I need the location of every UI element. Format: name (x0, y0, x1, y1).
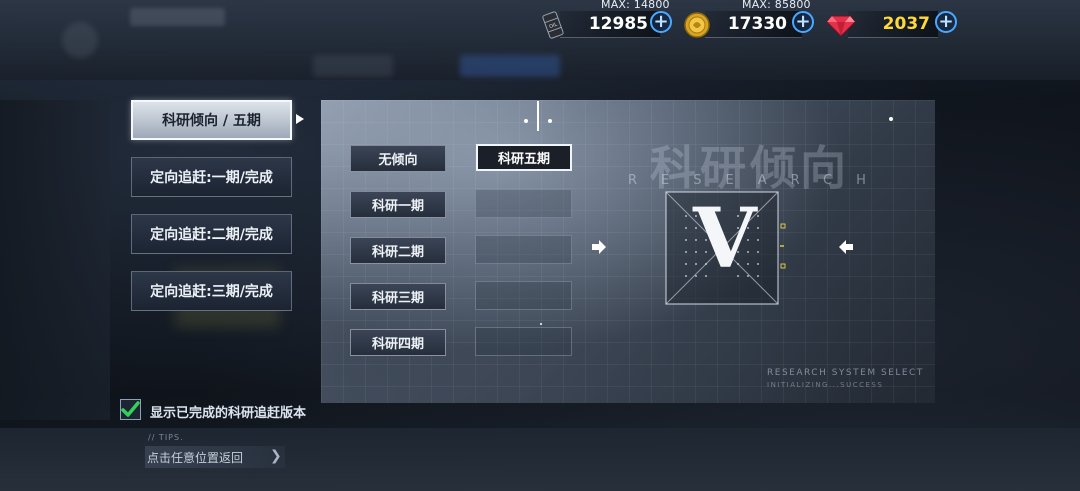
option-phase-1[interactable]: 科研一期 (350, 191, 446, 218)
add-gem-button[interactable]: + (935, 11, 957, 33)
phase-roman-numeral: V (693, 191, 757, 287)
oil-max-label: MAX: 14800 (601, 0, 670, 11)
option-label: 科研四期 (371, 337, 424, 352)
chevron-right-icon: ❯ (270, 448, 282, 464)
decor-line (537, 101, 539, 131)
gold-value: 17330 (727, 14, 787, 34)
decor-dot (548, 119, 552, 123)
add-gold-button[interactable]: + (792, 11, 814, 33)
option-phase-4[interactable]: 科研四期 (350, 329, 446, 356)
decor-dot (540, 323, 542, 325)
show-completed-checkbox[interactable] (120, 399, 141, 420)
decor-dot (889, 117, 893, 121)
arrow-right-icon (591, 239, 607, 259)
tab-label: 定向追赶:二期/完成 (150, 227, 273, 243)
tips-caption: // TIPS. (148, 433, 184, 442)
tab-catchup-phase-3[interactable]: 定向追赶:三期/完成 (131, 271, 292, 311)
tab-catchup-phase-2[interactable]: 定向追赶:二期/完成 (131, 214, 292, 254)
option-label: 科研一期 (371, 199, 424, 214)
tips-text: 点击任意位置返回 (147, 451, 244, 465)
option-label: 科研三期 (371, 291, 424, 306)
option-label: 科研五期 (497, 152, 550, 167)
tab-label: 定向追赶:一期/完成 (150, 170, 273, 186)
option-phase-5-selected[interactable]: 科研五期 (476, 144, 572, 171)
background-tab-blurred (460, 55, 560, 77)
add-oil-button[interactable]: + (650, 11, 672, 33)
decor-dot (524, 119, 528, 123)
oil-barrel-icon: OIL (540, 11, 566, 39)
tab-label: 定向追赶:三期/完成 (150, 284, 273, 300)
panel-subtitle: RESEARCH (628, 173, 890, 188)
tab-catchup-phase-1[interactable]: 定向追赶:一期/完成 (131, 157, 292, 197)
arrow-left-icon (838, 239, 854, 259)
back-button-blurred (62, 22, 98, 58)
background-tab-blurred (313, 55, 393, 77)
tab-label: 科研倾向 / 五期 (162, 113, 261, 129)
system-status-line: RESEARCH SYSTEM SELECT (767, 368, 924, 378)
option-label: 科研二期 (371, 245, 424, 260)
option-label: 无倾向 (378, 153, 418, 168)
gold-coin-icon (684, 12, 710, 38)
empty-slot (475, 189, 572, 218)
tab-research-tendency[interactable]: 科研倾向 / 五期 (131, 100, 292, 140)
background-side (0, 100, 110, 420)
empty-slot (475, 235, 572, 264)
active-tab-arrow-icon (296, 114, 304, 124)
option-phase-2[interactable]: 科研二期 (350, 237, 446, 264)
empty-slot (475, 281, 572, 310)
checkmark-icon (121, 401, 140, 417)
gold-max-label: MAX: 85800 (742, 0, 811, 11)
system-status-subline: INITIALIZING...SUCCESS (767, 381, 884, 389)
gem-value: 2037 (882, 14, 930, 34)
option-no-tendency[interactable]: 无倾向 (350, 145, 446, 172)
empty-slot (475, 327, 572, 356)
page-title-blurred (130, 8, 225, 26)
show-completed-label: 显示已完成的科研追赶版本 (150, 406, 307, 421)
option-phase-3[interactable]: 科研三期 (350, 283, 446, 310)
gem-icon (826, 12, 856, 38)
oil-value: 12985 (588, 14, 648, 34)
